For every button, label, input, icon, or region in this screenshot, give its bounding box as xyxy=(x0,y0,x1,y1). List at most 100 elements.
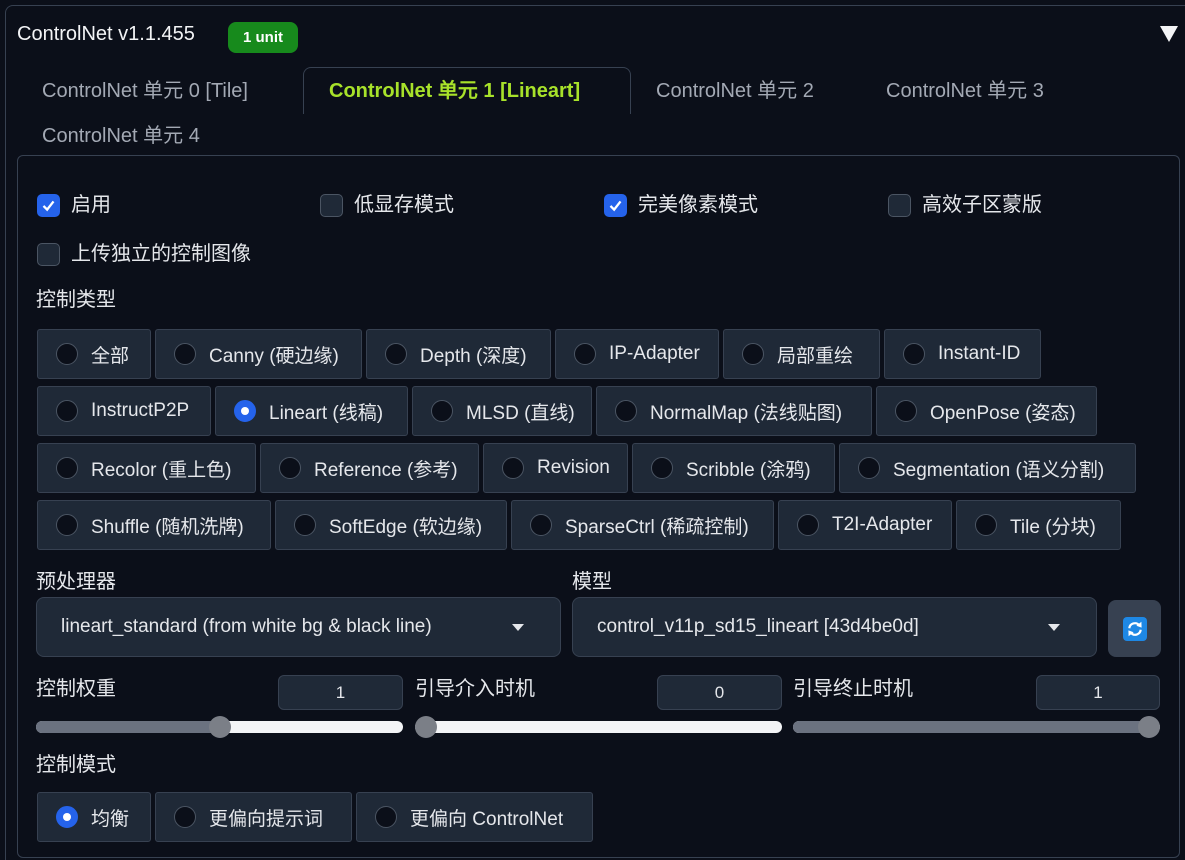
model-dropdown[interactable]: control_v11p_sd15_lineart [43d4be0d] xyxy=(572,597,1097,657)
control-type-option-segmentation[interactable]: Segmentation (语义分割) xyxy=(839,443,1136,493)
checkbox-box[interactable] xyxy=(604,193,627,217)
radio-button[interactable] xyxy=(294,514,316,536)
checkbox-box[interactable] xyxy=(320,193,343,217)
guidance-end-input[interactable] xyxy=(1036,675,1160,710)
refresh-icon xyxy=(1122,616,1147,641)
option-label: Segmentation (语义分割) xyxy=(893,459,1105,481)
upload-independent-control-image-checkbox[interactable]: 上传独立的控制图像 xyxy=(37,242,251,266)
control-type-option-instant-id[interactable]: Instant-ID xyxy=(884,329,1041,379)
radio-button[interactable] xyxy=(530,514,552,536)
control-mode-option-balanced[interactable]: 均衡 xyxy=(37,792,151,842)
radio-button[interactable] xyxy=(797,514,819,536)
control-type-option-shuffle[interactable]: Shuffle (随机洗牌) xyxy=(37,500,271,550)
tab-unit-4[interactable]: ControlNet 单元 4 xyxy=(42,124,200,148)
chevron-down-icon[interactable] xyxy=(1048,624,1060,631)
option-label: Tile (分块) xyxy=(1010,516,1096,538)
radio-button[interactable] xyxy=(56,343,78,365)
radio-button[interactable] xyxy=(615,400,637,422)
checkbox-label: 低显存模式 xyxy=(354,194,454,216)
control-mode-option-prompt[interactable]: 更偏向提示词 xyxy=(155,792,352,842)
control-type-option-depth[interactable]: Depth (深度) xyxy=(366,329,551,379)
tab-unit-0[interactable]: ControlNet 单元 0 [Tile] xyxy=(42,79,248,103)
radio-button[interactable] xyxy=(385,343,407,365)
radio-button[interactable] xyxy=(895,400,917,422)
enable-checkbox[interactable]: 启用 xyxy=(37,193,111,217)
checkbox-label: 高效子区蒙版 xyxy=(922,194,1042,216)
control-type-option-sparsectrl[interactable]: SparseCtrl (稀疏控制) xyxy=(511,500,774,550)
guidance-end-slider[interactable] xyxy=(793,716,1160,738)
slider-thumb[interactable] xyxy=(208,716,231,738)
control-type-option-scribble[interactable]: Scribble (涂鸦) xyxy=(632,443,835,493)
control-type-option-tile[interactable]: Tile (分块) xyxy=(956,500,1121,550)
control-type-option-softedge[interactable]: SoftEdge (软边缘) xyxy=(275,500,507,550)
chevron-down-icon[interactable] xyxy=(512,624,524,631)
control-weight-label: 控制权重 xyxy=(36,678,116,700)
option-label: Recolor (重上色) xyxy=(91,459,232,481)
control-type-option-canny[interactable]: Canny (硬边缘) xyxy=(155,329,362,379)
control-type-option-openpose[interactable]: OpenPose (姿态) xyxy=(876,386,1097,436)
guidance-start-slider[interactable] xyxy=(415,716,782,738)
slider-track[interactable] xyxy=(415,721,782,733)
control-type-option-instructp2p[interactable]: InstructP2P xyxy=(37,386,211,436)
control-weight-slider[interactable] xyxy=(36,716,403,738)
model-selected-value: control_v11p_sd15_lineart [43d4be0d] xyxy=(597,616,919,637)
control-type-option-reference[interactable]: Reference (参考) xyxy=(260,443,479,493)
option-label: Lineart (线稿) xyxy=(269,402,384,424)
radio-button[interactable] xyxy=(174,343,196,365)
checkbox-box[interactable] xyxy=(37,242,60,266)
radio-button[interactable] xyxy=(574,343,596,365)
control-type-option-recolor[interactable]: Recolor (重上色) xyxy=(37,443,256,493)
control-type-option-mlsd[interactable]: MLSD (直线) xyxy=(412,386,592,436)
checkbox-label: 启用 xyxy=(71,194,111,216)
option-label: SparseCtrl (稀疏控制) xyxy=(565,516,749,538)
control-type-option-lineart[interactable]: Lineart (线稿) xyxy=(215,386,408,436)
control-type-option-ip-adapter[interactable]: IP-Adapter xyxy=(555,329,719,379)
radio-button[interactable] xyxy=(279,457,301,479)
option-label: MLSD (直线) xyxy=(466,402,575,424)
tab-unit-3[interactable]: ControlNet 单元 3 xyxy=(886,79,1044,103)
radio-button[interactable] xyxy=(975,514,997,536)
control-weight-input[interactable] xyxy=(278,675,403,710)
radio-button[interactable] xyxy=(651,457,673,479)
control-type-option-all[interactable]: 全部 xyxy=(37,329,151,379)
radio-button[interactable] xyxy=(56,806,78,828)
radio-button[interactable] xyxy=(56,400,78,422)
control-type-option-normalmap[interactable]: NormalMap (法线贴图) xyxy=(596,386,872,436)
radio-button[interactable] xyxy=(234,400,256,422)
tab-unit-2[interactable]: ControlNet 单元 2 xyxy=(656,79,814,103)
refresh-models-button[interactable] xyxy=(1108,600,1161,657)
control-type-label: 控制类型 xyxy=(36,289,116,311)
guidance-start-input[interactable] xyxy=(657,675,782,710)
radio-button[interactable] xyxy=(502,457,524,479)
guidance-start-label: 引导介入时机 xyxy=(415,678,535,700)
radio-button[interactable] xyxy=(903,343,925,365)
pixel-perfect-checkbox[interactable]: 完美像素模式 xyxy=(604,193,758,217)
triangle-down-icon[interactable] xyxy=(1160,26,1178,42)
radio-button[interactable] xyxy=(431,400,453,422)
slider-thumb[interactable] xyxy=(415,716,437,738)
radio-button[interactable] xyxy=(858,457,880,479)
radio-button[interactable] xyxy=(56,514,78,536)
slider-thumb[interactable] xyxy=(1138,716,1160,738)
option-label: NormalMap (法线贴图) xyxy=(650,402,843,424)
radio-button[interactable] xyxy=(174,806,196,828)
checkbox-box[interactable] xyxy=(37,193,60,217)
preprocessor-dropdown[interactable]: lineart_standard (from white bg & black … xyxy=(36,597,561,657)
option-label: OpenPose (姿态) xyxy=(930,402,1076,424)
checkbox-box[interactable] xyxy=(888,193,911,217)
effective-region-mask-checkbox[interactable]: 高效子区蒙版 xyxy=(888,193,1042,217)
slider-track[interactable] xyxy=(793,721,1160,733)
radio-button[interactable] xyxy=(56,457,78,479)
option-label: IP-Adapter xyxy=(609,343,700,364)
radio-button[interactable] xyxy=(375,806,397,828)
low-vram-checkbox[interactable]: 低显存模式 xyxy=(320,193,454,217)
control-mode-option-controlnet[interactable]: 更偏向 ControlNet xyxy=(356,792,593,842)
accordion-title[interactable]: ControlNet v1.1.455 xyxy=(17,22,195,46)
option-label: T2I-Adapter xyxy=(832,514,933,535)
control-type-option-t2i-adapter[interactable]: T2I-Adapter xyxy=(778,500,952,550)
preprocessor-selected-value: lineart_standard (from white bg & black … xyxy=(61,616,432,637)
control-type-option-inpaint[interactable]: 局部重绘 xyxy=(723,329,880,379)
control-type-option-revision[interactable]: Revision xyxy=(483,443,628,493)
radio-button[interactable] xyxy=(742,343,764,365)
tab-unit-1[interactable]: ControlNet 单元 1 [Lineart] xyxy=(303,67,631,114)
